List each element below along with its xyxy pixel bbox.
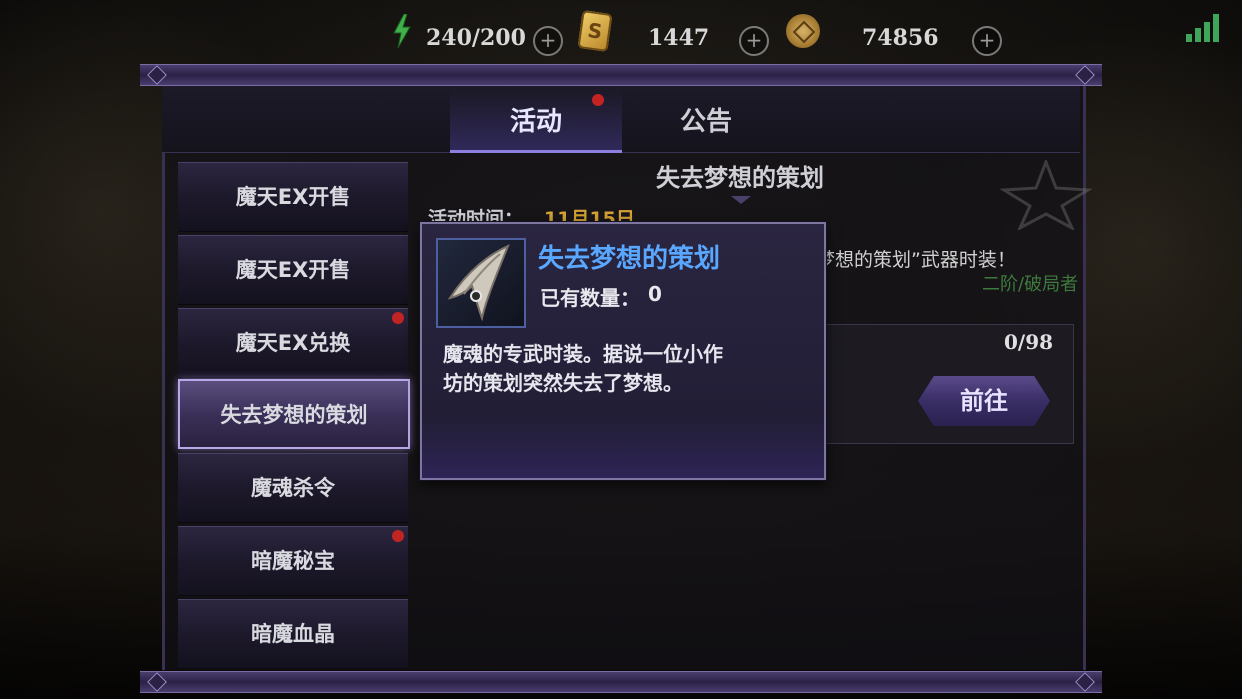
item-name: 失去梦想的策划 bbox=[538, 244, 721, 274]
signal-bars-icon bbox=[1186, 14, 1220, 42]
item-description-line-2: 坊的策划突然失去了梦想。 bbox=[443, 371, 683, 395]
energy-display: 240/200 bbox=[426, 14, 526, 62]
go-button[interactable]: 前往 bbox=[918, 376, 1050, 426]
add-gold-button[interactable]: + bbox=[972, 26, 1002, 56]
top-frame-bar bbox=[140, 64, 1102, 86]
gold-coin-icon bbox=[786, 14, 820, 48]
energy-icon bbox=[393, 14, 411, 48]
exchange-notification-dot bbox=[392, 312, 404, 324]
title-arrow-icon bbox=[731, 196, 751, 204]
add-coins-button[interactable]: + bbox=[739, 26, 769, 56]
activity-tag: 二阶/破局者 bbox=[982, 274, 1079, 295]
emblem-icon bbox=[1000, 160, 1092, 230]
coin-card-icon: S bbox=[577, 10, 613, 52]
owned-count-value: 0 bbox=[648, 282, 662, 306]
dagger-blade-icon bbox=[447, 244, 510, 322]
item-icon-frame bbox=[436, 238, 526, 328]
task-progress: 0/98 bbox=[1004, 330, 1054, 354]
owned-count-label: 已有数量： bbox=[540, 286, 640, 310]
add-energy-button[interactable]: + bbox=[533, 26, 563, 56]
tab-announcement[interactable]: 公告 bbox=[620, 90, 792, 150]
bottom-frame-bar bbox=[140, 671, 1102, 693]
content-title: 失去梦想的策划 bbox=[656, 164, 824, 192]
sidebar-item-soul-kill-order[interactable]: 魔魂杀令 bbox=[178, 453, 408, 523]
activity-notification-dot bbox=[592, 94, 604, 106]
sidebar-item-dark-blood-crystal[interactable]: 暗魔血晶 bbox=[178, 599, 408, 669]
coins-value: 1447 bbox=[648, 25, 710, 51]
sidebar-item-mochen-ex-sale-2[interactable]: 魔天EX开售 bbox=[178, 235, 408, 305]
gold-value: 74856 bbox=[862, 25, 939, 51]
treasure-notification-dot bbox=[392, 530, 404, 542]
item-description: 魔魂的专武时装。据说一位小作 坊的策划突然失去了梦想。 bbox=[443, 340, 793, 398]
sidebar-item-lost-dream-planner[interactable]: 失去梦想的策划 bbox=[178, 379, 410, 449]
sidebar-item-mochen-ex-exchange[interactable]: 魔天EX兑换 bbox=[178, 308, 408, 378]
gold-display: 74856 bbox=[862, 14, 939, 62]
energy-value: 240/200 bbox=[426, 25, 526, 51]
sidebar-item-dark-treasure[interactable]: 暗魔秘宝 bbox=[178, 526, 408, 596]
activity-description: 梦想的策划”武器时装！ bbox=[816, 249, 1016, 271]
sidebar-item-mochen-ex-sale-1[interactable]: 魔天EX开售 bbox=[178, 162, 408, 232]
item-description-line-1: 魔魂的专武时装。据说一位小作 bbox=[443, 342, 723, 366]
coins-display: 1447 bbox=[648, 14, 709, 62]
